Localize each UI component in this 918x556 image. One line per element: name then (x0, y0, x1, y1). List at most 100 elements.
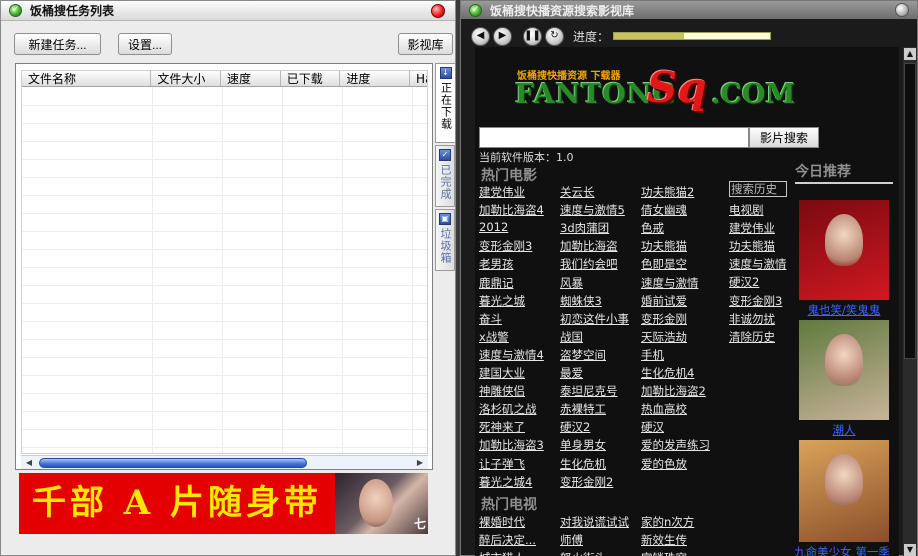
task-table[interactable]: 文件名称 文件大小 速度 已下载 进度 Ha (21, 70, 428, 454)
movie-link[interactable]: 死神来了 (479, 419, 525, 435)
tv-link[interactable]: 师傅 (560, 532, 583, 548)
scroll-down-icon[interactable]: ▼ (904, 544, 916, 556)
movie-link[interactable]: 硬汉 (641, 419, 664, 435)
movie-link[interactable]: 鹿鼎记 (479, 275, 514, 291)
site-logo[interactable]: 饭桶搜快播资源 下载器 FANTONG Sq .COM (515, 61, 805, 123)
movie-link[interactable]: 神雕侠侣 (479, 383, 525, 399)
tab-completed[interactable]: ✓ 已完成 (435, 145, 455, 207)
movie-link[interactable]: 速度与激情 (641, 275, 699, 291)
tv-link[interactable]: 裸婚时代 (479, 514, 525, 530)
history-item[interactable]: 非诚勿扰 (729, 311, 775, 327)
tv-link[interactable]: 对我说谎试试 (560, 514, 629, 530)
movie-link[interactable]: 泰坦尼克号 (560, 383, 618, 399)
poster-caption-link[interactable]: 九命美少女 第一季 (787, 544, 897, 556)
movie-link[interactable]: 建国大业 (479, 365, 525, 381)
tab-trash[interactable]: ▣ 垃圾箱 (435, 209, 455, 271)
tv-link[interactable]: 宫锁珠帘 (641, 550, 687, 556)
movie-link[interactable]: 洛杉矶之战 (479, 401, 537, 417)
poster-image[interactable] (799, 320, 889, 420)
movie-link[interactable]: 老男孩 (479, 256, 514, 272)
tv-link[interactable]: 城市猎人 (479, 550, 525, 556)
movie-link[interactable]: 天际浩劫 (641, 329, 687, 345)
movie-link[interactable]: 爱的色放 (641, 456, 687, 472)
movie-link[interactable]: 蜘蛛侠3 (560, 293, 602, 309)
movie-link[interactable]: 婚前试爱 (641, 293, 687, 309)
movie-link[interactable]: 变形金刚 (641, 311, 687, 327)
pause-icon[interactable]: ❚❚ (523, 26, 542, 46)
movie-link[interactable]: x战警 (479, 329, 509, 345)
history-item[interactable]: 建党伟业 (729, 220, 775, 236)
movie-link[interactable]: 暮光之城 (479, 293, 525, 309)
movie-link[interactable]: 战国 (560, 329, 583, 345)
back-icon[interactable]: ◀ (471, 26, 490, 46)
movie-link[interactable]: 我们约会吧 (560, 256, 618, 272)
movie-link[interactable]: 手机 (641, 347, 664, 363)
column-header-speed[interactable]: 速度 (221, 71, 281, 86)
search-button[interactable]: 影片搜索 (749, 127, 819, 148)
scrollbar-thumb[interactable] (39, 458, 307, 468)
close-icon[interactable] (431, 4, 445, 18)
horizontal-scrollbar[interactable]: ◀ ▶ (21, 455, 428, 469)
library-button[interactable]: 影视库 (398, 33, 453, 55)
history-item[interactable]: 电视剧 (729, 202, 764, 218)
movie-link[interactable]: 色即是空 (641, 256, 687, 272)
vertical-scrollbar-thumb[interactable] (904, 63, 916, 359)
movie-link[interactable]: 风暴 (560, 275, 583, 291)
scroll-right-icon[interactable]: ▶ (414, 457, 426, 469)
refresh-icon[interactable]: ↻ (545, 26, 564, 46)
movie-link[interactable]: 单身男女 (560, 437, 606, 453)
movie-link[interactable]: 硬汉2 (560, 419, 590, 435)
task-list-titlebar[interactable]: ✓ 饭桶搜任务列表 (1, 1, 455, 21)
movie-link[interactable]: 让子弹飞 (479, 456, 525, 472)
tv-link[interactable]: 醉后决定... (479, 532, 536, 548)
clear-history-link[interactable]: 清除历史 (729, 329, 775, 345)
new-task-button[interactable]: 新建任务... (14, 33, 101, 55)
movie-link[interactable]: 最爱 (560, 365, 583, 381)
movie-link[interactable]: 赤裸特工 (560, 401, 606, 417)
movie-link[interactable]: 3d肉蒲团 (560, 220, 609, 236)
tv-link[interactable]: 家的n次方 (641, 514, 694, 530)
movie-link[interactable]: 初恋这件小事 (560, 311, 629, 327)
tv-link[interactable]: 怒火街头 (560, 550, 606, 556)
movie-link[interactable]: 功夫熊猫2 (641, 184, 694, 200)
movie-link[interactable]: 加勒比海盗2 (641, 383, 706, 399)
movie-link[interactable]: 爱的发声练习 (641, 437, 710, 453)
movie-link[interactable]: 加勒比海盗3 (479, 437, 544, 453)
history-item[interactable]: 速度与激情 (729, 256, 787, 272)
poster-image[interactable] (799, 440, 889, 542)
poster-image[interactable] (799, 200, 889, 300)
ad-banner[interactable]: 千部 A 片随身带 七 (19, 473, 428, 534)
scroll-left-icon[interactable]: ◀ (23, 457, 35, 469)
movie-link[interactable]: 加勒比海盗 (560, 238, 618, 254)
movie-link[interactable]: 加勒比海盗4 (479, 202, 544, 218)
scroll-up-icon[interactable]: ▲ (904, 48, 916, 60)
movie-link[interactable]: 速度与激情5 (560, 202, 625, 218)
movie-link[interactable]: 盗梦空间 (560, 347, 606, 363)
tab-downloading[interactable]: ↓ 正在下载 (435, 63, 455, 143)
movie-link[interactable]: 热血高校 (641, 401, 687, 417)
movie-link[interactable]: 奋斗 (479, 311, 502, 327)
movie-link[interactable]: 变形金刚2 (560, 474, 613, 490)
tv-link[interactable]: 新效生传 (641, 532, 687, 548)
settings-button[interactable]: 设置... (118, 33, 172, 55)
close-icon[interactable] (895, 3, 909, 17)
history-item[interactable]: 变形金刚3 (729, 293, 782, 309)
movie-link[interactable]: 2012 (479, 220, 508, 234)
search-input[interactable] (479, 127, 749, 148)
movie-link[interactable]: 生化危机 (560, 456, 606, 472)
poster-caption-link[interactable]: 潮人 (789, 422, 899, 438)
video-library-titlebar[interactable]: ✓ 饭桶搜快播资源搜索影视库 (461, 1, 917, 19)
history-item[interactable]: 功夫熊猫 (729, 238, 775, 254)
vertical-scrollbar[interactable]: ▲ ▼ (903, 47, 917, 556)
movie-link[interactable]: 关云长 (560, 184, 595, 200)
movie-link[interactable]: 生化危机4 (641, 365, 694, 381)
column-header-file-name[interactable]: 文件名称 (22, 71, 152, 86)
column-header-downloaded[interactable]: 已下载 (281, 71, 341, 86)
history-item[interactable]: 硬汉2 (729, 274, 759, 290)
movie-link[interactable]: 建党伟业 (479, 184, 525, 200)
forward-icon[interactable]: ▶ (493, 26, 512, 46)
movie-link[interactable]: 变形金刚3 (479, 238, 532, 254)
movie-link[interactable]: 功夫熊猫 (641, 238, 687, 254)
movie-link[interactable]: 暮光之城4 (479, 474, 532, 490)
column-header-progress[interactable]: 进度 (340, 71, 411, 86)
